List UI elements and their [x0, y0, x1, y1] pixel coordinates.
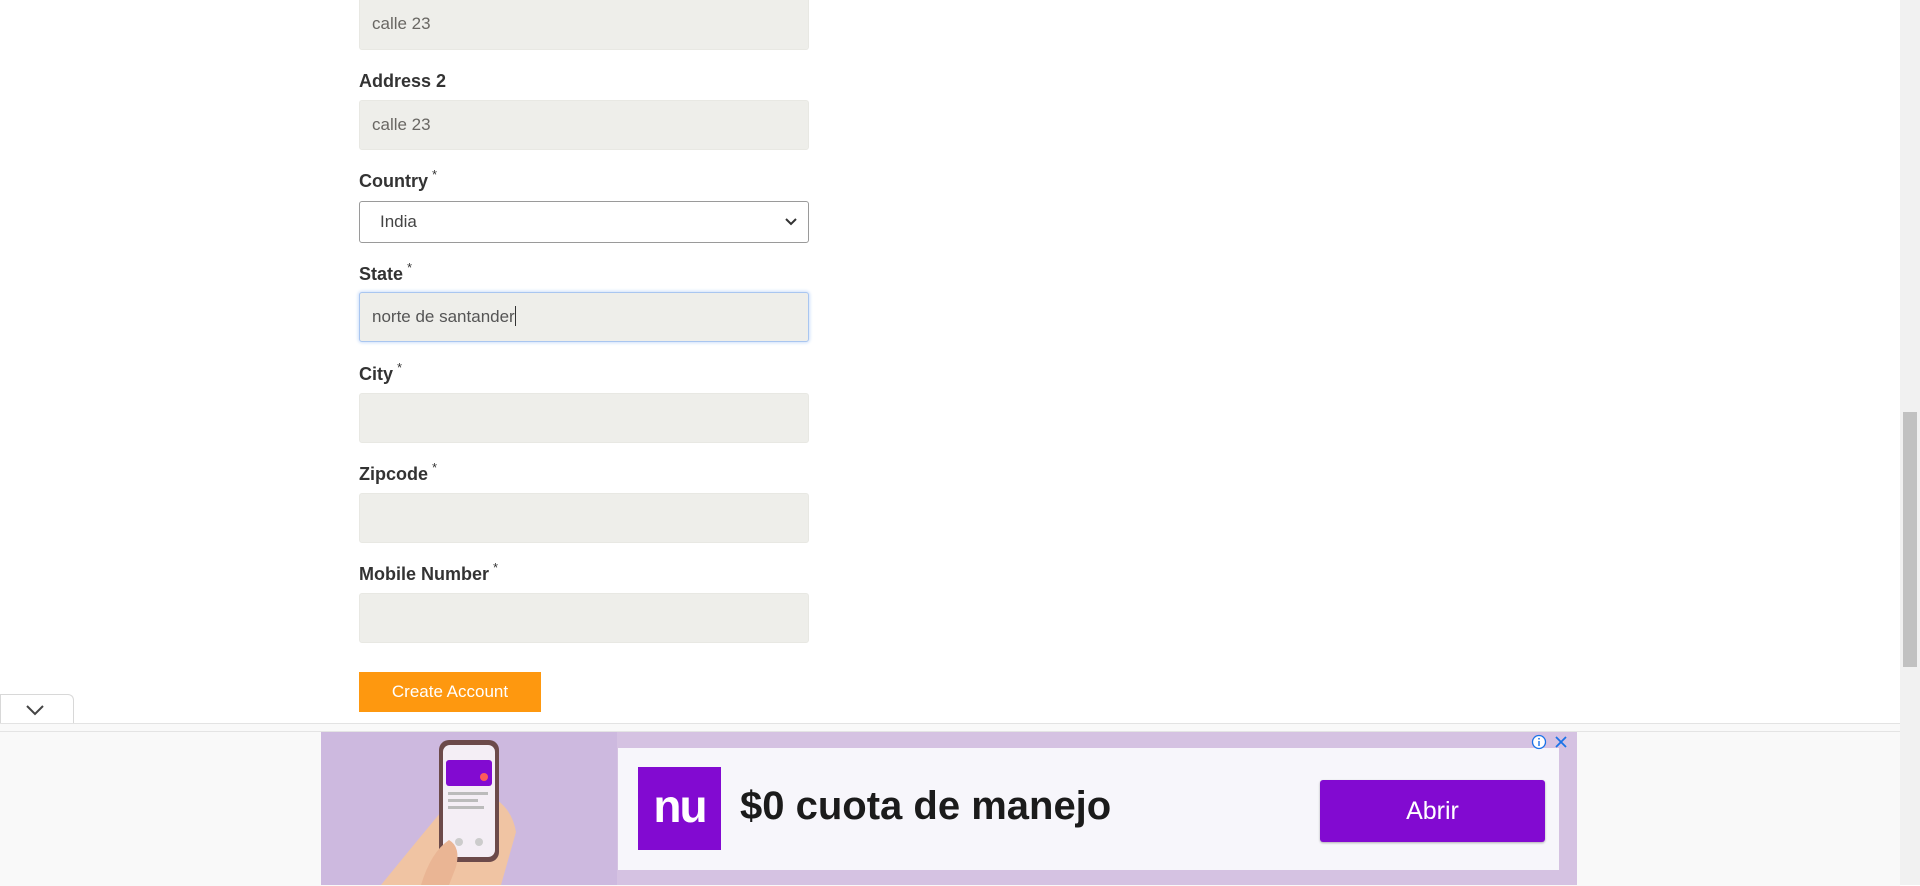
create-account-button[interactable]: Create Account [359, 672, 541, 712]
ad-card[interactable]: nu $0 cuota de manejo Abrir [618, 748, 1559, 870]
address2-label: Address 2 [359, 71, 447, 91]
page-scrollbar[interactable] [1900, 0, 1920, 885]
required-marker: * [432, 167, 438, 182]
ad-collapse-button[interactable] [0, 694, 74, 723]
close-icon[interactable] [1553, 734, 1569, 750]
city-label: City * [359, 360, 403, 384]
ad-image [321, 732, 617, 885]
required-marker: * [432, 460, 438, 475]
state-input[interactable]: norte de santander [359, 292, 809, 342]
ad-open-button[interactable]: Abrir [1320, 780, 1545, 842]
required-marker: * [397, 360, 403, 375]
info-icon[interactable] [1531, 734, 1547, 750]
city-input[interactable] [359, 393, 809, 443]
address1-value: calle 23 [372, 14, 431, 33]
state-label: State * [359, 260, 413, 284]
mobile-input[interactable] [359, 593, 809, 643]
mobile-label: Mobile Number * [359, 560, 499, 584]
country-label: Country * [359, 167, 438, 191]
nu-logo: nu [638, 767, 721, 850]
text-caret [514, 306, 516, 326]
address1-input[interactable]: calle 23 [359, 0, 809, 50]
collapse-chevron-icon [26, 705, 44, 716]
ad-headline: $0 cuota de manejo [740, 784, 1112, 828]
country-select[interactable]: India [359, 201, 809, 243]
scrollbar-thumb[interactable] [1903, 412, 1917, 667]
required-marker: * [407, 260, 413, 275]
required-marker: * [493, 560, 499, 575]
address2-value: calle 23 [372, 115, 431, 134]
country-selected-value: India [380, 212, 417, 231]
zipcode-input[interactable] [359, 493, 809, 543]
phone-hand-illustration [381, 740, 516, 885]
address2-input[interactable]: calle 23 [359, 100, 809, 150]
chevron-down-icon [785, 218, 797, 226]
state-value: norte de santander [372, 307, 515, 326]
advertisement-banner[interactable]: nu $0 cuota de manejo Abrir [321, 732, 1577, 885]
zipcode-label: Zipcode * [359, 460, 438, 484]
